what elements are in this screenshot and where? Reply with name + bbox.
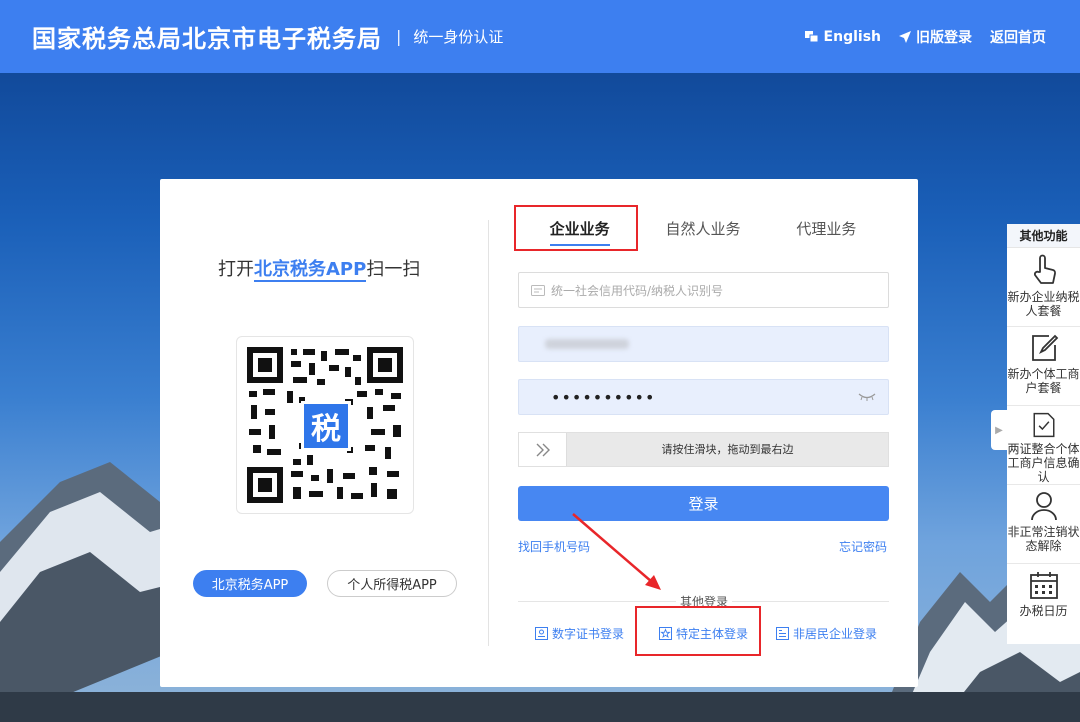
tax-id-placeholder: 统一社会信用代码/纳税人识别号 xyxy=(551,283,724,298)
document-check-icon xyxy=(1033,412,1054,438)
scan-prefix: 打开 xyxy=(218,259,254,280)
login-card: 打开北京税务APP扫一扫 税 北京税务APP 个人所得税APP 企业业务 自然人… xyxy=(160,179,918,687)
certificate-icon xyxy=(535,627,548,640)
scan-prompt: 打开北京税务APP扫一扫 xyxy=(218,255,421,282)
beijing-tax-app-button[interactable]: 北京税务APP xyxy=(193,570,307,597)
user-icon xyxy=(1030,492,1057,521)
account-value-redacted xyxy=(545,339,629,349)
top-header: 国家税务总局北京市电子税务局 | 统一身份认证 English 旧版登录 返回首… xyxy=(0,0,1080,73)
tax-logo-icon: 税 xyxy=(301,401,351,451)
side-item-new-enterprise[interactable]: 新办企业纳税人套餐 xyxy=(1007,248,1080,327)
account-input[interactable] xyxy=(518,326,889,362)
cert-login-link[interactable]: 数字证书登录 xyxy=(535,625,624,642)
tab-agent[interactable]: 代理业务 xyxy=(765,207,888,251)
slider-handle[interactable] xyxy=(519,433,567,466)
side-panel-title: 其他功能 xyxy=(1007,224,1080,248)
side-item-abnormal-release[interactable]: 非正常注销状态解除 xyxy=(1007,485,1080,564)
specific-login-highlight-box xyxy=(635,606,761,656)
side-item-label: 非正常注销状态解除 xyxy=(1007,525,1080,553)
cert-login-label: 数字证书登录 xyxy=(552,627,625,641)
building-icon xyxy=(776,627,789,640)
eye-closed-icon[interactable] xyxy=(858,393,876,401)
slider-captcha: 请按住滑块，拖动到最右边 xyxy=(518,432,889,467)
find-phone-link[interactable]: 找回手机号码 xyxy=(518,538,590,555)
side-item-label: 办税日历 xyxy=(1019,604,1068,618)
english-link[interactable]: English xyxy=(804,28,881,45)
login-button[interactable]: 登录 xyxy=(518,486,889,521)
side-function-panel: 其他功能 新办企业纳税人套餐 新办个体工商户套餐 两证整合个体工商户信息确认 非… xyxy=(1007,224,1080,644)
side-item-label: 新办个体工商户套餐 xyxy=(1007,367,1080,395)
password-mask: •••••••••• xyxy=(551,387,656,407)
language-icon xyxy=(804,30,819,42)
slider-hint: 请按住滑块，拖动到最右边 xyxy=(661,443,794,456)
app-name-link[interactable]: 北京税务APP xyxy=(254,259,367,282)
personal-tax-app-button[interactable]: 个人所得税APP xyxy=(327,570,457,597)
tax-id-input[interactable]: 统一社会信用代码/纳税人识别号 xyxy=(518,272,889,308)
old-login-link[interactable]: 旧版登录 xyxy=(899,27,972,47)
id-card-icon xyxy=(531,284,545,296)
double-chevron-right-icon xyxy=(536,443,550,456)
home-label: 返回首页 xyxy=(990,29,1046,46)
english-label: English xyxy=(823,28,881,45)
password-input[interactable]: •••••••••• xyxy=(518,379,889,415)
forgot-password-link[interactable]: 忘记密码 xyxy=(839,538,887,555)
tab-highlight-box xyxy=(514,205,638,251)
scan-suffix: 扫一扫 xyxy=(366,259,421,280)
home-link[interactable]: 返回首页 xyxy=(990,27,1046,47)
non-resident-login-label: 非居民企业登录 xyxy=(793,627,878,641)
calendar-icon xyxy=(1029,572,1058,599)
site-subtitle: 统一身份认证 xyxy=(413,28,504,46)
tab-individual[interactable]: 自然人业务 xyxy=(641,207,764,251)
old-login-label: 旧版登录 xyxy=(916,29,972,46)
hand-pointer-icon xyxy=(1033,254,1056,284)
edit-icon xyxy=(1031,334,1058,361)
side-panel-toggle[interactable]: ▶ xyxy=(991,410,1007,450)
side-item-label: 两证整合个体工商户信息确认 xyxy=(1007,442,1080,484)
side-item-tax-calendar[interactable]: 办税日历 xyxy=(1007,564,1080,624)
send-icon xyxy=(899,30,911,43)
non-resident-login-link[interactable]: 非居民企业登录 xyxy=(776,625,877,642)
site-title: 国家税务总局北京市电子税务局 xyxy=(32,25,382,53)
side-item-new-individual[interactable]: 新办个体工商户套餐 xyxy=(1007,327,1080,406)
card-divider xyxy=(488,220,489,646)
side-item-label: 新办企业纳税人套餐 xyxy=(1007,290,1080,318)
side-item-two-cert[interactable]: 两证整合个体工商户信息确认 xyxy=(1007,406,1080,485)
qr-code: 税 xyxy=(236,336,414,514)
title-separator: | xyxy=(396,27,402,46)
